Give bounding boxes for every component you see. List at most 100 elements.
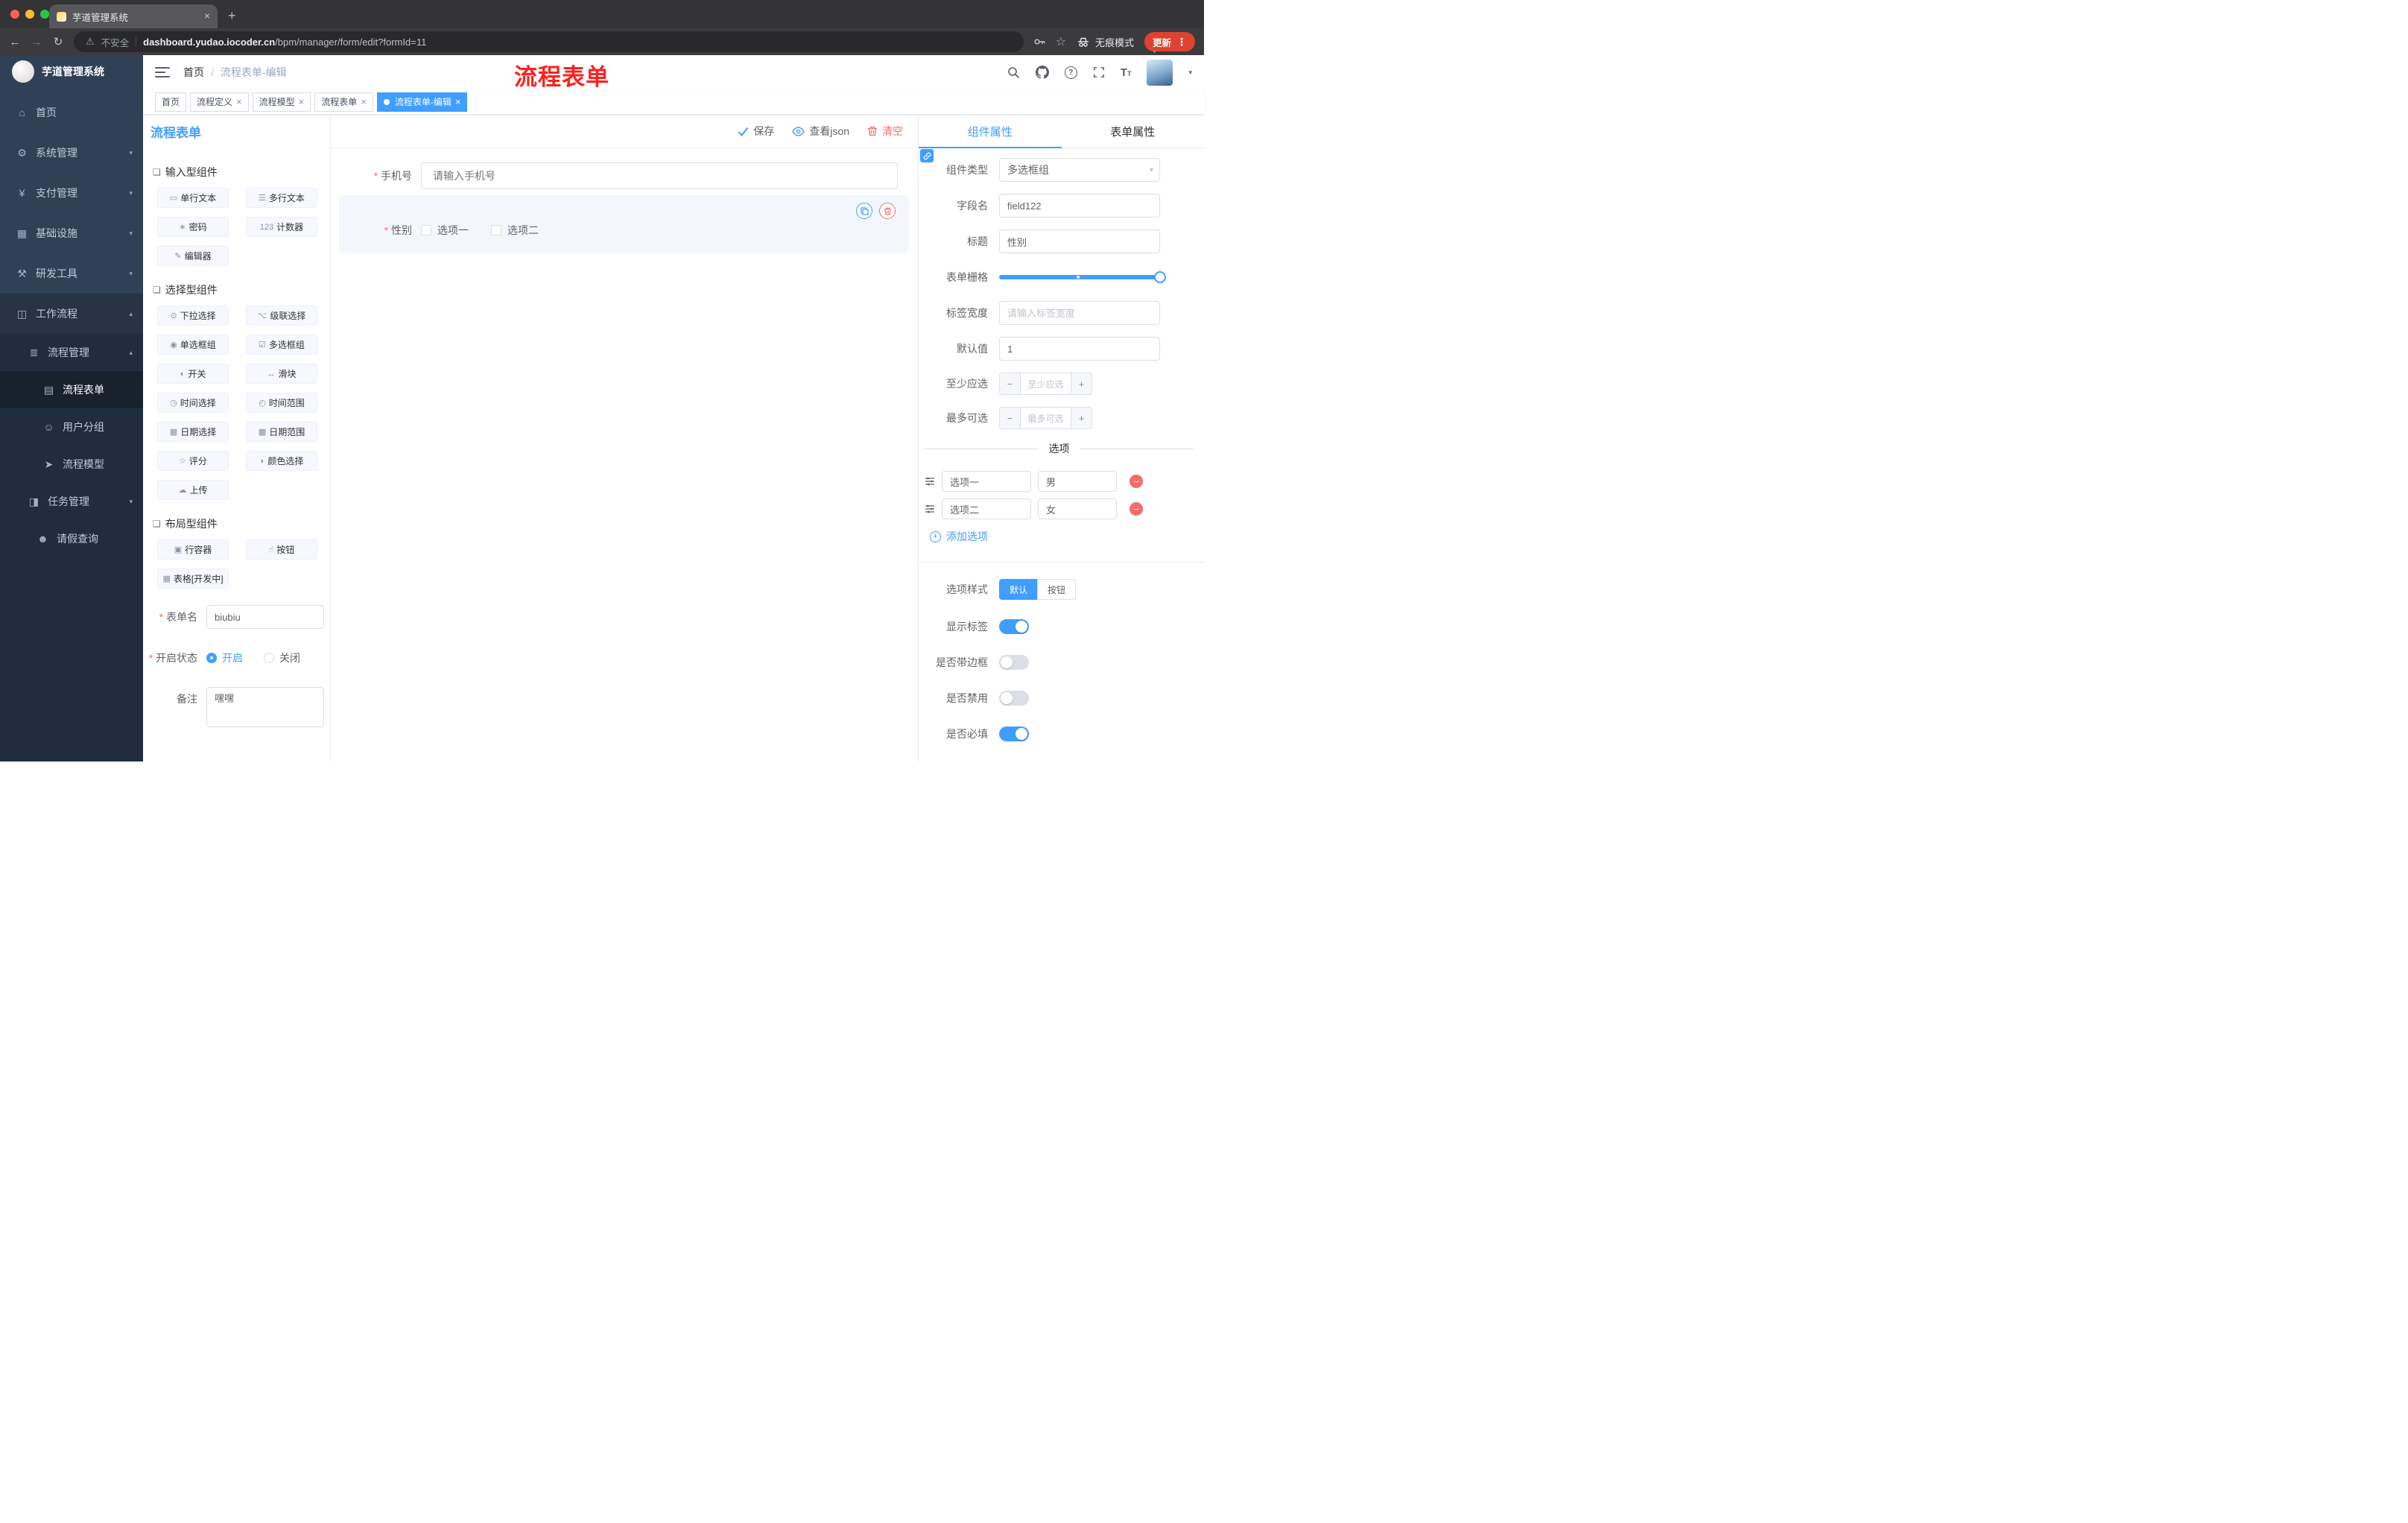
back-icon[interactable] <box>9 36 21 48</box>
tab-form-props[interactable]: 表单属性 <box>1062 115 1205 148</box>
sidebar-item-workflow[interactable]: ◫ 工作流程 <box>0 294 143 334</box>
search-icon[interactable] <box>1007 66 1020 79</box>
option-label-input[interactable] <box>942 471 1031 492</box>
drag-handle-icon[interactable] <box>925 504 935 514</box>
sidebar-item-home[interactable]: ⌂ 首页 <box>0 92 143 133</box>
sidebar-item-dev-tools[interactable]: ⚒ 研发工具 <box>0 253 143 294</box>
hamburger-icon[interactable] <box>155 67 170 77</box>
palette-item[interactable]: 123 计数器 <box>246 217 317 237</box>
sidebar-item-process-form[interactable]: ▤ 流程表单 <box>0 371 143 408</box>
avatar[interactable] <box>1147 59 1173 86</box>
delete-field-button[interactable] <box>879 203 896 219</box>
tag-process-form[interactable]: 流程表单 <box>314 92 373 112</box>
palette-item[interactable]: ▦ 表格[开发中] <box>157 569 229 589</box>
plus-button[interactable] <box>1071 373 1091 394</box>
palette-item[interactable]: ◉ 单选框组 <box>157 335 229 355</box>
tag-home[interactable]: 首页 <box>155 92 187 112</box>
close-icon[interactable] <box>455 96 461 107</box>
palette-item[interactable]: ◴ 时间范围 <box>246 393 317 413</box>
breadcrumb-home[interactable]: 首页 <box>183 65 204 80</box>
canvas-field-gender-selected[interactable]: 性别 选项一 选项二 <box>339 195 909 253</box>
window-close-button[interactable] <box>10 10 19 19</box>
palette-item[interactable]: ▭ 单行文本 <box>157 188 229 208</box>
help-icon[interactable] <box>1064 66 1077 79</box>
palette-item[interactable]: ⌥ 级联选择 <box>246 305 317 326</box>
sidebar-item-task-management[interactable]: ◨ 任务管理 <box>0 483 143 520</box>
clear-button[interactable]: 清空 <box>867 124 903 139</box>
fullscreen-icon[interactable] <box>1093 66 1105 78</box>
remove-option-button[interactable] <box>1129 502 1143 516</box>
border-toggle[interactable] <box>999 655 1029 670</box>
phone-input[interactable] <box>421 162 898 189</box>
window-minimize-button[interactable] <box>25 10 34 19</box>
sidebar-item-infrastructure[interactable]: ▦ 基础设施 <box>0 213 143 253</box>
key-icon[interactable] <box>1033 36 1045 48</box>
palette-item[interactable]: ☰ 多行文本 <box>246 188 317 208</box>
sidebar-logo[interactable]: 芋道管理系统 <box>0 55 143 88</box>
palette-item[interactable]: ☑ 多选框组 <box>246 335 317 355</box>
grid-slider[interactable] <box>999 271 1166 283</box>
palette-item[interactable]: ∗ 密码 <box>157 217 229 237</box>
font-size-icon[interactable] <box>1121 66 1132 79</box>
avatar-caret-icon[interactable] <box>1188 69 1192 77</box>
sidebar-item-payment-management[interactable]: ¥ 支付管理 <box>0 173 143 213</box>
palette-item[interactable]: ☆ 评分 <box>157 451 229 471</box>
component-type-select[interactable]: 多选框组 <box>999 158 1160 182</box>
update-menu-button[interactable]: 更新 <box>1144 32 1195 51</box>
palette-item[interactable]: ☁ 上传 <box>157 480 229 500</box>
title-input[interactable] <box>999 229 1160 253</box>
canvas-field-phone[interactable]: 手机号 <box>339 162 909 189</box>
close-icon[interactable] <box>299 96 305 107</box>
minus-button[interactable] <box>1000 408 1021 428</box>
checkbox-option-1[interactable]: 选项一 <box>421 223 469 238</box>
tag-process-form-edit[interactable]: 流程表单-编辑 <box>376 92 468 112</box>
show-label-toggle[interactable] <box>999 619 1029 634</box>
palette-item[interactable]: ▦ 日期选择 <box>157 422 229 442</box>
tag-process-definition[interactable]: 流程定义 <box>190 92 249 112</box>
sidebar-item-process-model[interactable]: ➤ 流程模型 <box>0 446 143 483</box>
option-value-input[interactable] <box>1038 498 1117 519</box>
drag-handle-icon[interactable] <box>925 476 935 487</box>
required-toggle[interactable] <box>999 726 1029 741</box>
view-json-button[interactable]: 查看json <box>792 124 849 139</box>
disabled-toggle[interactable] <box>999 691 1029 706</box>
tab-component-props[interactable]: 组件属性 <box>919 115 1062 148</box>
style-button-button[interactable]: 按钮 <box>1037 579 1077 600</box>
sidebar-item-system-management[interactable]: ⚙ 系统管理 <box>0 133 143 173</box>
github-icon[interactable] <box>1035 66 1049 79</box>
reload-icon[interactable] <box>52 35 64 48</box>
tab-close-icon[interactable] <box>204 10 210 23</box>
palette-item[interactable]: ↔ 滑块 <box>246 364 317 384</box>
bookmark-star-icon[interactable] <box>1056 34 1066 49</box>
stepper-placeholder[interactable]: 最多可选 <box>1021 408 1071 428</box>
radio-closed[interactable]: 关闭 <box>264 650 300 665</box>
form-remark-textarea[interactable]: 嘿嘿 <box>206 687 324 727</box>
palette-item[interactable]: ▣ 行容器 <box>157 539 229 560</box>
tag-process-model[interactable]: 流程模型 <box>252 92 311 112</box>
copy-field-button[interactable] <box>856 203 872 219</box>
form-name-input[interactable] <box>206 605 324 629</box>
save-button[interactable]: 保存 <box>738 124 774 139</box>
palette-item[interactable]: ◐ 开关 <box>157 364 229 384</box>
browser-tab[interactable]: 芋道管理系统 <box>49 4 218 28</box>
palette-item[interactable]: ◗ 颜色选择 <box>246 451 317 471</box>
palette-item[interactable]: ▩ 日期范围 <box>246 422 317 442</box>
stepper-placeholder[interactable]: 至少应选 <box>1021 373 1071 394</box>
radio-open[interactable]: 开启 <box>206 650 243 665</box>
close-icon[interactable] <box>361 96 367 107</box>
palette-item[interactable]: ☝ 按钮 <box>246 539 317 560</box>
close-icon[interactable] <box>236 96 242 107</box>
forward-icon[interactable] <box>31 36 42 48</box>
sidebar-item-leave-query[interactable]: ☻ 请假查询 <box>0 520 143 557</box>
default-value-input[interactable] <box>999 337 1160 361</box>
label-width-input[interactable] <box>999 301 1160 325</box>
add-option-button[interactable]: 添加选项 <box>930 529 1194 544</box>
palette-item[interactable]: ◷ 时间选择 <box>157 393 229 413</box>
sidebar-item-process-management[interactable]: ≣ 流程管理 <box>0 334 143 371</box>
remove-option-button[interactable] <box>1129 475 1143 488</box>
style-default-button[interactable]: 默认 <box>999 579 1039 600</box>
plus-button[interactable] <box>1071 408 1091 428</box>
field-name-input[interactable] <box>999 194 1160 218</box>
option-label-input[interactable] <box>942 498 1031 519</box>
option-value-input[interactable] <box>1038 471 1117 492</box>
